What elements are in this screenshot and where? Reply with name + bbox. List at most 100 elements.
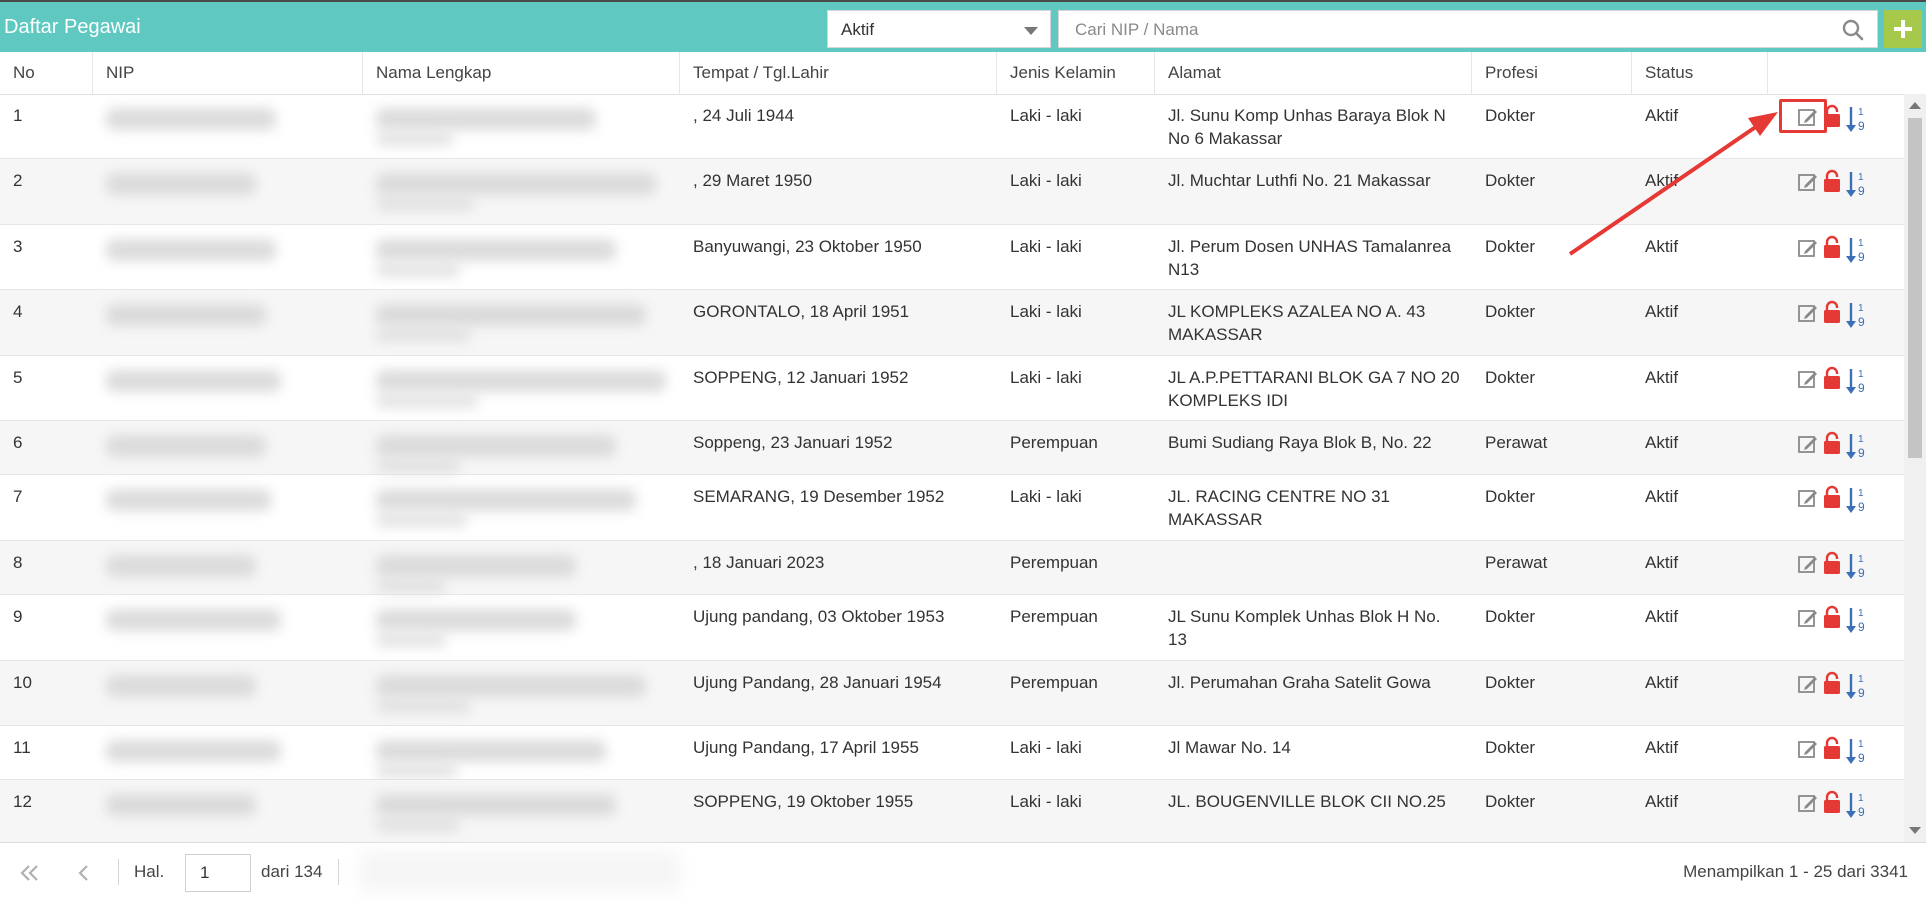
column-header-alamat[interactable]: Alamat bbox=[1155, 52, 1472, 94]
cell-jenis-kelamin: Laki - laki bbox=[1010, 237, 1082, 256]
cell-status: Aktif bbox=[1645, 673, 1679, 692]
lock-icon[interactable] bbox=[1823, 605, 1841, 629]
search-input[interactable] bbox=[1073, 11, 1817, 49]
cell-no: 12 bbox=[13, 792, 32, 811]
column-header-jenis-kelamin[interactable]: Jenis Kelamin bbox=[997, 52, 1155, 94]
edit-icon[interactable] bbox=[1797, 553, 1819, 575]
cell-ttl: GORONTALO, 18 April 1951 bbox=[693, 302, 910, 321]
column-header-status[interactable]: Status bbox=[1632, 52, 1768, 94]
add-button[interactable] bbox=[1884, 10, 1922, 48]
page-number-input[interactable] bbox=[185, 854, 251, 892]
scrollbar[interactable] bbox=[1904, 94, 1926, 842]
sort-numeric-icon[interactable]: 19 bbox=[1846, 366, 1868, 396]
status-filter-select[interactable]: Aktif bbox=[827, 10, 1051, 48]
svg-text:9: 9 bbox=[1858, 751, 1865, 765]
cell-no: 11 bbox=[13, 738, 31, 757]
table-row[interactable]: 5 SOPPENG, 12 Januari 1952 Laki - laki JL A… bbox=[0, 356, 1904, 421]
table-row[interactable]: 6 Soppeng, 23 Januari 1952 Perempuan Bumi S… bbox=[0, 421, 1904, 475]
svg-text:1: 1 bbox=[1858, 793, 1864, 804]
sort-numeric-icon[interactable]: 19 bbox=[1846, 551, 1868, 581]
column-header-nip[interactable]: NIP bbox=[93, 52, 363, 94]
cell-alamat: JL. RACING CENTRE NO 31 MAKASSAR bbox=[1168, 487, 1390, 529]
pagination-bar: Hal. dari 134 Menampilkan 1 - 25 dari 33… bbox=[0, 842, 1926, 901]
cell-no: 1 bbox=[13, 106, 23, 125]
table-row[interactable]: 12 SOPPENG, 19 Oktober 1955 Laki - laki JL.… bbox=[0, 780, 1904, 845]
first-page-icon[interactable] bbox=[18, 863, 42, 883]
table-row[interactable]: 9 Ujung pandang, 03 Oktober 1953 Perempuan… bbox=[0, 595, 1904, 661]
lock-icon[interactable] bbox=[1823, 300, 1841, 324]
scroll-up-icon[interactable] bbox=[1909, 102, 1921, 109]
cell-alamat: JL. BOUGENVILLE BLOK CII NO.25 bbox=[1168, 792, 1446, 811]
divider bbox=[118, 859, 119, 885]
cell-jenis-kelamin: Perempuan bbox=[1010, 673, 1098, 692]
table-row[interactable]: 10 Ujung Pandang, 28 Januari 1954 Perempua… bbox=[0, 661, 1904, 726]
lock-icon[interactable] bbox=[1823, 431, 1841, 455]
column-header-nama[interactable]: Nama Lengkap bbox=[363, 52, 680, 94]
lock-icon[interactable] bbox=[1823, 736, 1841, 760]
sort-numeric-icon[interactable]: 19 bbox=[1846, 671, 1868, 701]
sort-numeric-icon[interactable]: 19 bbox=[1846, 790, 1868, 820]
table-row[interactable]: 8 , 18 Januari 2023 Perempuan Perawat Aktif 1… bbox=[0, 541, 1904, 595]
sort-numeric-icon[interactable]: 19 bbox=[1846, 431, 1868, 461]
search-icon[interactable] bbox=[1841, 18, 1865, 42]
sort-numeric-icon[interactable]: 19 bbox=[1846, 605, 1868, 635]
cell-status: Aktif bbox=[1645, 433, 1679, 452]
sort-numeric-icon[interactable]: 19 bbox=[1846, 736, 1868, 766]
redacted-name-line bbox=[376, 394, 478, 408]
svg-text:9: 9 bbox=[1858, 184, 1865, 198]
column-header-no[interactable]: No bbox=[0, 52, 93, 94]
search-box[interactable] bbox=[1058, 10, 1878, 49]
redacted-name bbox=[376, 239, 616, 261]
table-body: 1 , 24 Juli 1944 Laki - laki Jl. Sunu Komp … bbox=[0, 94, 1904, 845]
column-header-profesi[interactable]: Profesi bbox=[1472, 52, 1632, 94]
edit-icon[interactable] bbox=[1797, 607, 1819, 629]
table-row[interactable]: 4 GORONTALO, 18 April 1951 Laki - laki JL K… bbox=[0, 290, 1904, 356]
sort-numeric-icon[interactable]: 19 bbox=[1846, 300, 1868, 330]
edit-icon[interactable] bbox=[1797, 171, 1819, 193]
sort-numeric-icon[interactable]: 19 bbox=[1846, 485, 1868, 515]
edit-icon[interactable] bbox=[1797, 792, 1819, 814]
redacted-name bbox=[376, 794, 616, 816]
lock-icon[interactable] bbox=[1823, 366, 1841, 390]
sort-numeric-icon[interactable]: 19 bbox=[1846, 169, 1868, 199]
cell-alamat: Bumi Sudiang Raya Blok B, No. 22 bbox=[1168, 433, 1432, 452]
redacted-name bbox=[376, 173, 656, 195]
scroll-down-icon[interactable] bbox=[1909, 827, 1921, 834]
cell-no: 5 bbox=[13, 368, 23, 387]
table-row[interactable]: 11 Ujung Pandang, 17 April 1955 Laki - lak… bbox=[0, 726, 1904, 780]
lock-icon[interactable] bbox=[1823, 790, 1841, 814]
redacted-nip bbox=[106, 675, 256, 697]
cell-no: 3 bbox=[13, 237, 23, 256]
edit-icon[interactable] bbox=[1797, 433, 1819, 455]
lock-icon[interactable] bbox=[1823, 235, 1841, 259]
table-row[interactable]: 2 , 29 Maret 1950 Laki - laki Jl. Muchtar L… bbox=[0, 159, 1904, 225]
lock-icon[interactable] bbox=[1823, 485, 1841, 509]
table-row[interactable]: 7 SEMARANG, 19 Desember 1952 Laki - laki JL… bbox=[0, 475, 1904, 541]
cell-profesi: Dokter bbox=[1485, 673, 1536, 692]
prev-page-icon[interactable] bbox=[72, 863, 96, 883]
cell-status: Aktif bbox=[1645, 106, 1679, 125]
lock-icon[interactable] bbox=[1823, 551, 1841, 575]
sort-numeric-icon[interactable]: 19 bbox=[1846, 235, 1868, 265]
scroll-thumb[interactable] bbox=[1908, 118, 1922, 458]
lock-icon[interactable] bbox=[1823, 169, 1841, 193]
row-actions: 19 bbox=[1797, 671, 1877, 701]
edit-icon[interactable] bbox=[1797, 738, 1819, 760]
edit-icon[interactable] bbox=[1797, 487, 1819, 509]
svg-text:1: 1 bbox=[1858, 554, 1864, 565]
sort-numeric-icon[interactable]: 19 bbox=[1846, 104, 1868, 134]
table-row[interactable]: 1 , 24 Juli 1944 Laki - laki Jl. Sunu Komp … bbox=[0, 94, 1904, 159]
cell-jenis-kelamin: Laki - laki bbox=[1010, 738, 1082, 757]
cell-status: Aktif bbox=[1645, 171, 1679, 190]
cell-no: 2 bbox=[13, 171, 23, 190]
edit-icon[interactable] bbox=[1797, 302, 1819, 324]
table-row[interactable]: 3 Banyuwangi, 23 Oktober 1950 Laki - laki J… bbox=[0, 225, 1904, 290]
edit-icon[interactable] bbox=[1797, 673, 1819, 695]
edit-icon[interactable] bbox=[1797, 237, 1819, 259]
redacted-nip bbox=[106, 304, 266, 326]
edit-icon[interactable] bbox=[1797, 368, 1819, 390]
column-header-ttl[interactable]: Tempat / Tgl.Lahir bbox=[680, 52, 997, 94]
redacted-nip bbox=[106, 555, 256, 577]
cell-status: Aktif bbox=[1645, 487, 1679, 506]
lock-icon[interactable] bbox=[1823, 671, 1841, 695]
